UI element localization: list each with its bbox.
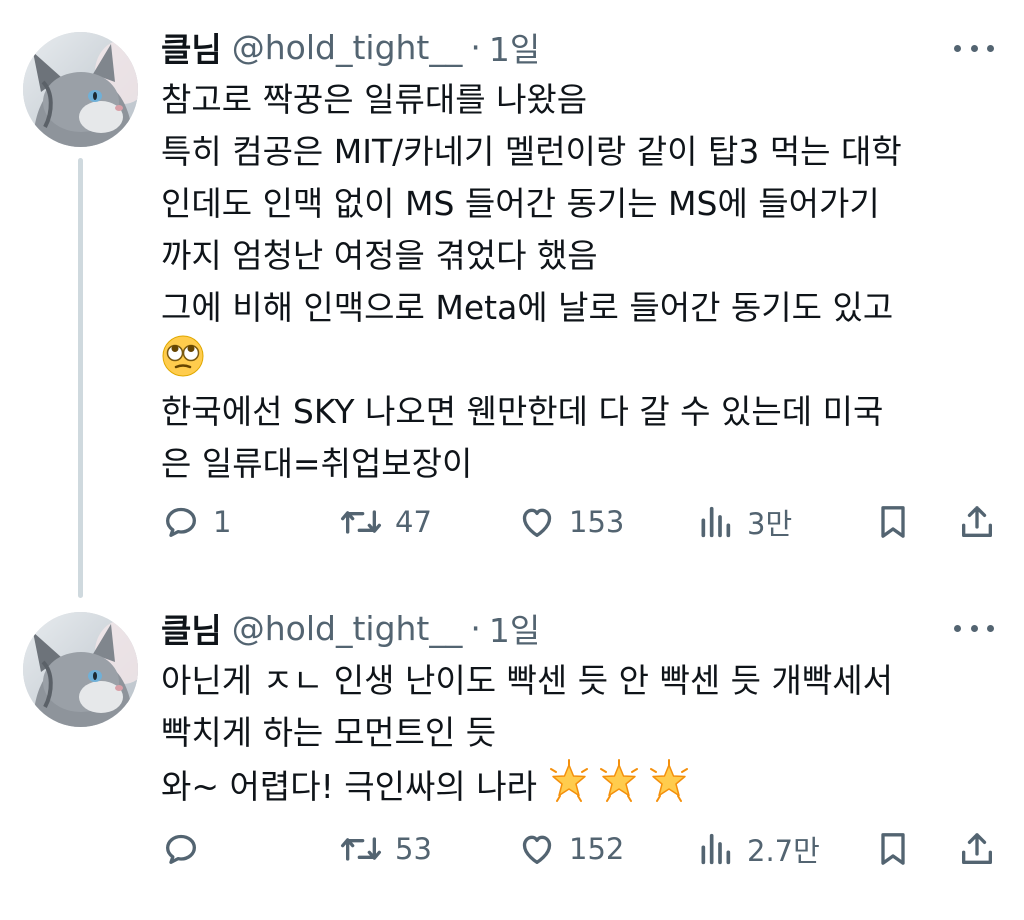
more-dot (954, 624, 961, 632)
cat-avatar-image (23, 612, 138, 727)
more-dot (954, 44, 961, 52)
more-options-icon[interactable] (954, 618, 994, 638)
reply-icon (166, 834, 196, 864)
user-handle[interactable]: @hold_tight__ (232, 609, 463, 648)
bookmark-icon (881, 833, 905, 865)
user-handle[interactable]: @hold_tight__ (232, 28, 463, 67)
bookmark-button[interactable] (873, 497, 913, 547)
tweet-actions: 53 152 2.7만 (161, 824, 1001, 874)
share-button[interactable] (957, 497, 997, 547)
text-line: 빡치게 하는 모먼트인 듯 (161, 713, 497, 752)
tweet-header: 클님 @hold_tight__ · 1일 (161, 22, 540, 72)
tweet-header: 클님 @hold_tight__ · 1일 (161, 603, 540, 653)
display-name[interactable]: 클님 (161, 23, 222, 71)
retweet-button[interactable]: 47 (339, 497, 432, 547)
share-icon (962, 506, 992, 537)
view-count: 3만 (747, 507, 793, 541)
retweet-count: 53 (395, 832, 432, 866)
text-line: 그에 비해 인맥으로 Meta에 날로 들어간 동기도 있고 (161, 288, 894, 327)
reply-icon (166, 507, 196, 537)
tweet-text: 참고로 짝꿍은 일류대를 나왔음 특히 컴공은 MIT/카네기 멜런이랑 같이 … (161, 74, 1001, 490)
avatar[interactable] (23, 612, 138, 727)
text-line: 인데도 인맥 없이 MS 들어간 동기는 MS에 들어가기 (161, 184, 880, 223)
tweet-actions: 1 47 153 3만 (161, 497, 1001, 547)
cat-avatar-image (23, 32, 138, 147)
reply-button[interactable] (161, 824, 213, 874)
views-chart-icon (701, 833, 731, 865)
timestamp[interactable]: 1일 (489, 23, 540, 71)
text-line: 특히 컴공은 MIT/카네기 멜런이랑 같이 탑3 먹는 대학 (161, 132, 902, 171)
share-icon (962, 833, 992, 864)
timestamp[interactable]: 1일 (489, 604, 540, 652)
more-dot (970, 44, 978, 52)
like-count: 152 (569, 832, 625, 866)
text-line: 한국에선 SKY 나오면 웬만한데 다 갈 수 있는데 미국 (161, 392, 884, 431)
retweet-icon (340, 510, 381, 534)
reply-count: 1 (213, 505, 232, 539)
display-name[interactable]: 클님 (161, 604, 222, 652)
heart-icon (522, 508, 552, 537)
tweet-2[interactable]: 클님 @hold_tight__ · 1일 아닌게 ㅈㄴ 인생 난이도 빡센 듯… (0, 600, 1024, 920)
separator-dot: · (470, 27, 481, 67)
views-button[interactable]: 2.7만 (695, 824, 820, 874)
retweet-count: 47 (395, 505, 432, 539)
text-line: 아닌게 ㅈㄴ 인생 난이도 빡센 듯 안 빡센 듯 개빡세서 (161, 661, 893, 700)
more-dot (970, 624, 978, 632)
retweet-button[interactable]: 53 (339, 824, 432, 874)
retweet-icon (340, 837, 381, 861)
reply-button[interactable]: 1 (161, 497, 231, 547)
tweet-1[interactable]: 클님 @hold_tight__ · 1일 참고로 짝꿍은 일류대를 나왔음 특… (0, 0, 1024, 600)
like-button[interactable]: 153 (517, 497, 624, 547)
glowing-star-emoji (547, 759, 591, 818)
more-dot (987, 44, 994, 52)
bookmark-button[interactable] (873, 824, 913, 874)
views-button[interactable]: 3만 (695, 497, 792, 547)
glowing-star-emoji (597, 759, 641, 818)
separator-dot: · (470, 608, 481, 648)
like-count: 153 (569, 505, 625, 539)
emoji-line (161, 334, 1001, 386)
more-dot (987, 624, 994, 632)
text-line: 참고로 짝꿍은 일류대를 나왔음 (161, 80, 588, 119)
view-count: 2.7만 (747, 834, 820, 868)
text-line-with-emoji: 와~ 어렵다! 극인싸의 나라 (161, 759, 1001, 811)
avatar[interactable] (23, 32, 138, 147)
rolling-eyes-emoji (161, 334, 205, 393)
glowing-star-emoji (647, 759, 691, 818)
tweet-text: 아닌게 ㅈㄴ 인생 난이도 빡센 듯 안 빡센 듯 개빡세서 빡치게 하는 모먼… (161, 655, 1001, 811)
views-chart-icon (701, 506, 731, 538)
more-options-icon[interactable] (954, 38, 994, 58)
bookmark-icon (881, 506, 905, 538)
text-line: 와~ 어렵다! 극인싸의 나라 (161, 767, 537, 806)
share-button[interactable] (957, 824, 997, 874)
like-button[interactable]: 152 (517, 824, 624, 874)
text-line: 까지 엄청난 여정을 겪었다 했음 (161, 236, 598, 275)
heart-icon (522, 835, 552, 864)
text-line: 은 일류대=취업보장이 (161, 444, 473, 483)
